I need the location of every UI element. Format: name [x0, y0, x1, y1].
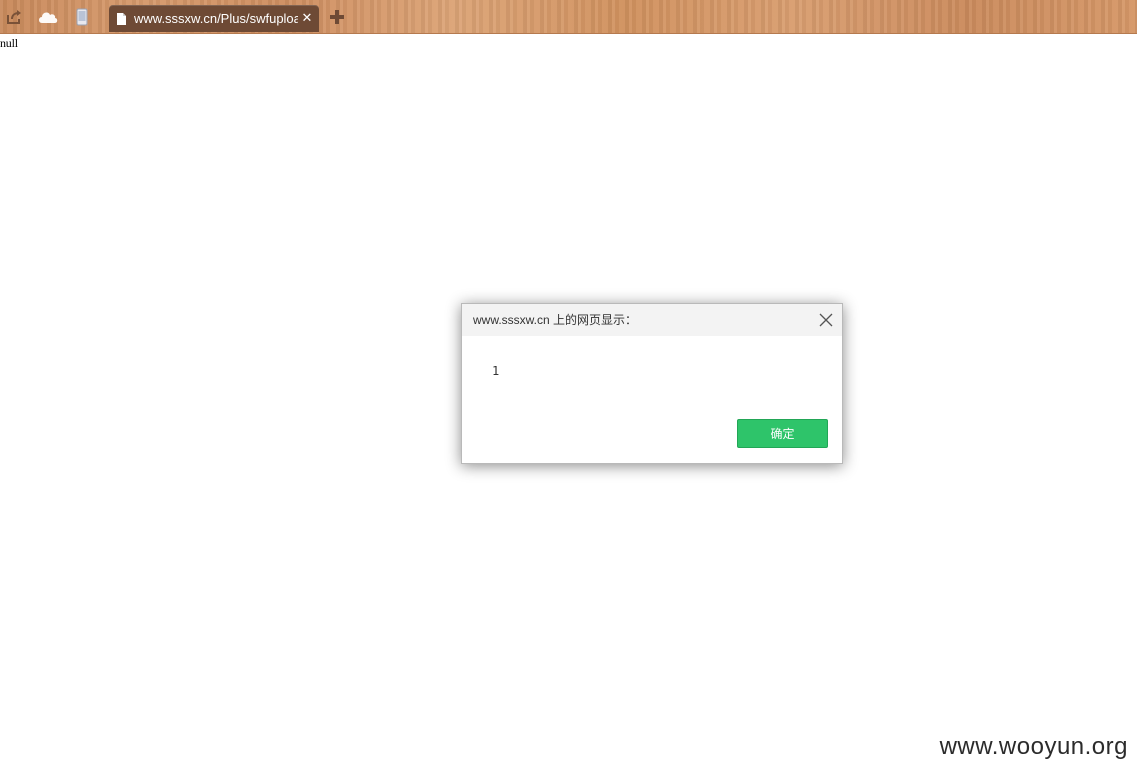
dialog-header: www.sssxw.cn 上的网页显示： [462, 304, 842, 336]
dialog-title: www.sssxw.cn 上的网页显示： [473, 313, 638, 327]
page-body-text: null [0, 36, 18, 50]
document-icon [117, 12, 126, 25]
tab-close-button[interactable]: ✕ [301, 11, 313, 25]
cloud-icon[interactable] [37, 7, 59, 27]
plus-icon[interactable] [328, 8, 346, 26]
browser-toolbar: www.sssxw.cn/Plus/swfupload/swfupload.sw… [0, 0, 1137, 34]
dialog-message: 1 [492, 364, 500, 378]
watermark: www.wooyun.org [939, 733, 1128, 760]
ok-button[interactable]: 确定 [737, 419, 828, 448]
tab-current[interactable]: www.sssxw.cn/Plus/swfupload/swfupload.sw… [109, 5, 319, 32]
close-icon[interactable] [818, 312, 834, 328]
mobile-icon[interactable] [72, 7, 92, 27]
share-icon[interactable] [4, 7, 24, 27]
tab-title: www.sssxw.cn/Plus/swfupload/swfupload.sw… [134, 11, 298, 26]
alert-dialog: www.sssxw.cn 上的网页显示： 1 确定 [461, 303, 843, 464]
